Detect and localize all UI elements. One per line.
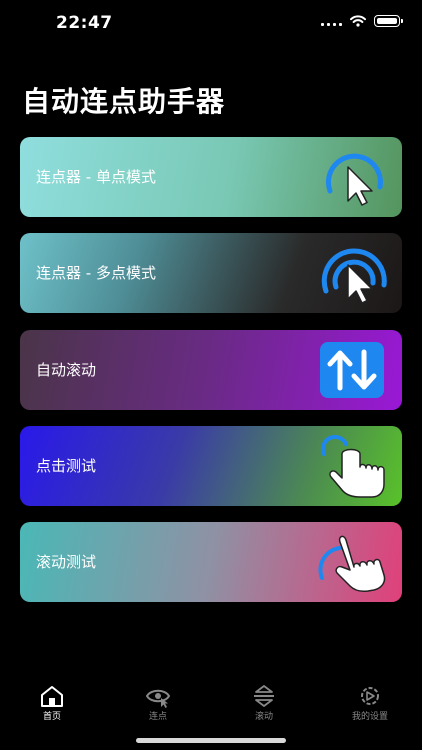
card-label: 连点器 - 单点模式 — [36, 168, 156, 186]
tab-clicker[interactable]: 连点 — [118, 680, 198, 722]
card-label: 滚动测试 — [36, 553, 97, 571]
card-label: 自动滚动 — [36, 361, 97, 379]
status-bar: 22:47 — [0, 0, 422, 46]
tab-scroll[interactable]: 滚动 — [224, 680, 304, 722]
tap-hand-icon — [320, 434, 385, 498]
click-test-card[interactable]: 点击测试 — [20, 426, 402, 506]
tab-label: 首页 — [42, 712, 61, 722]
auto-scroll-card[interactable]: 自动滚动 — [20, 330, 402, 410]
single-click-cursor-icon — [325, 153, 383, 206]
scroll-icon — [254, 685, 274, 707]
tab-label: 我的设置 — [351, 712, 388, 722]
cellular-signal-icon — [321, 16, 342, 26]
status-time: 22:47 — [56, 13, 113, 33]
swipe-hand-icon — [318, 535, 386, 592]
wifi-icon — [350, 15, 366, 27]
tab-label: 滚动 — [254, 712, 273, 722]
home-indicator — [136, 738, 286, 743]
page-title: 自动连点助手器 — [22, 85, 226, 118]
multi-click-cursor-icon — [321, 248, 387, 304]
card-label: 点击测试 — [36, 457, 97, 475]
tab-home[interactable]: 首页 — [12, 680, 92, 722]
tab-bar: 首页 连点 滚动 我的设置 — [0, 680, 422, 730]
status-icons — [321, 15, 403, 27]
battery-icon — [374, 15, 403, 27]
click-eye-icon — [145, 689, 171, 708]
single-click-mode-card[interactable]: 连点器 - 单点模式 — [20, 137, 402, 217]
settings-icon — [361, 687, 379, 705]
swap-arrows-icon — [320, 342, 384, 398]
multi-click-mode-card[interactable]: 连点器 - 多点模式 — [20, 233, 402, 313]
tab-settings[interactable]: 我的设置 — [330, 680, 410, 722]
scroll-test-card[interactable]: 滚动测试 — [20, 522, 402, 602]
home-icon — [41, 686, 63, 707]
card-label: 连点器 - 多点模式 — [36, 264, 156, 282]
tab-label: 连点 — [148, 712, 167, 722]
